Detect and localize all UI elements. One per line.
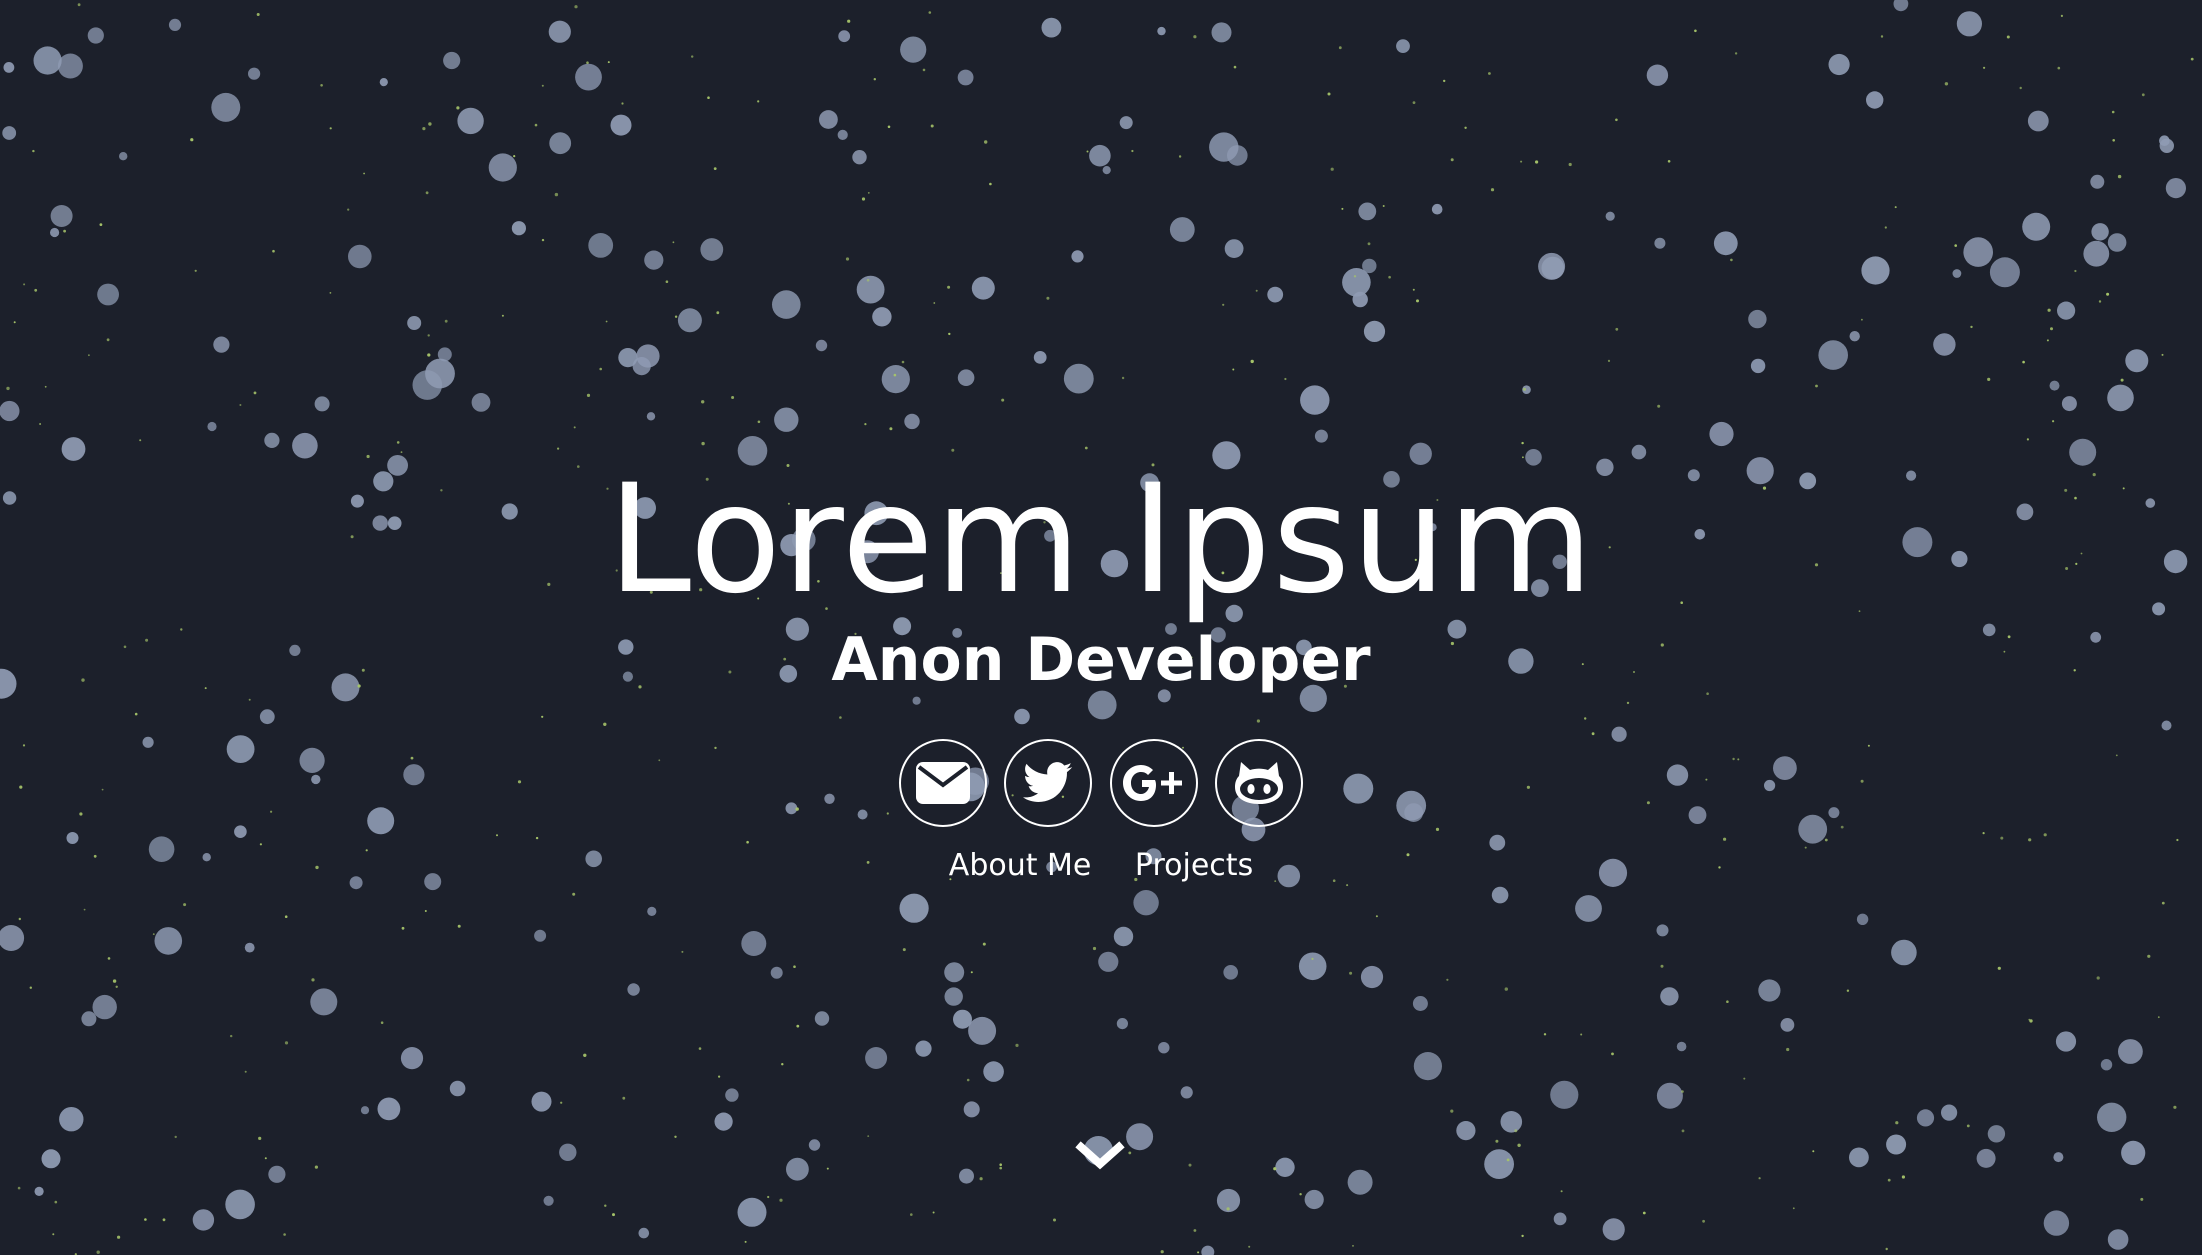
chevron-down-icon [1075, 1141, 1125, 1170]
page-background: Lorem Ipsum Anon Developer About Me Proj… [0, 0, 2202, 1255]
envelope-icon [916, 762, 970, 804]
google-plus-button[interactable] [1109, 739, 1198, 827]
projects-link[interactable]: Projects [1135, 848, 1253, 883]
github-octocat-icon [1234, 762, 1283, 804]
hero-subtitle: Anon Developer [831, 625, 1371, 695]
nav-links: About Me Projects [0, 848, 2202, 883]
google-plus-icon [1122, 765, 1182, 801]
social-links [899, 739, 1303, 827]
twitter-button[interactable] [1004, 739, 1093, 827]
hero-title: Lorem Ipsum [607, 453, 1595, 627]
twitter-bird-icon [1023, 762, 1073, 802]
scroll-down-button[interactable] [1075, 1135, 1125, 1175]
github-button[interactable] [1214, 739, 1303, 827]
email-button[interactable] [899, 739, 987, 827]
about-me-link[interactable]: About Me [949, 848, 1092, 883]
hero-section: Lorem Ipsum Anon Developer About Me Proj… [0, 0, 2202, 1255]
